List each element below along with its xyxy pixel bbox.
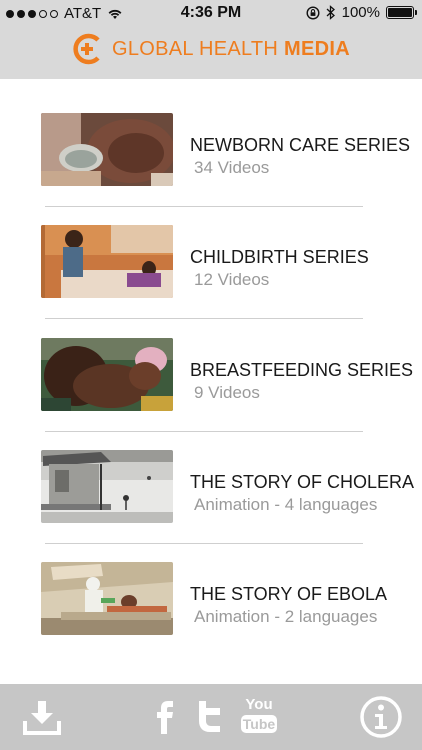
top-bar: AT&T 4:36 PM 100% GLOBAL HEALTH MEDIA [0, 0, 422, 79]
twitter-icon[interactable] [195, 699, 225, 733]
brand-name: GLOBAL HEALTH MEDIA [112, 37, 350, 60]
divider [45, 431, 363, 432]
series-subtitle: 9 Videos [194, 383, 260, 402]
youtube-label-bottom: Tube [241, 715, 277, 733]
battery-percent: 100% [341, 4, 380, 21]
bottom-toolbar: You Tube [0, 684, 422, 750]
youtube-label-top: You [245, 696, 273, 713]
series-title: THE STORY OF CHOLERA [190, 472, 415, 492]
youtube-icon[interactable]: You Tube [239, 697, 279, 737]
rotation-lock-icon [306, 5, 320, 20]
list-item[interactable]: THE STORY OF EBOLA Animation - 2 languag… [0, 562, 422, 672]
divider [45, 318, 363, 319]
battery-icon [386, 6, 417, 19]
series-title: CHILDBIRTH SERIES [190, 247, 369, 267]
divider [45, 206, 363, 207]
series-subtitle: 34 Videos [194, 158, 270, 177]
brand-logo-icon [73, 33, 100, 65]
newborn-thumbnail [41, 113, 173, 186]
breastfeeding-thumbnail [41, 338, 173, 411]
series-title: BREASTFEEDING SERIES [190, 360, 414, 380]
bluetooth-icon [326, 5, 335, 20]
series-subtitle: Animation - 2 languages [194, 607, 378, 626]
series-title: THE STORY OF EBOLA [190, 584, 388, 604]
series-subtitle: Animation - 4 languages [194, 495, 378, 514]
status-bar: AT&T 4:36 PM 100% [0, 0, 422, 28]
cholera-thumbnail [41, 450, 173, 523]
download-icon[interactable] [22, 697, 62, 737]
ebola-thumbnail [41, 562, 173, 635]
info-icon[interactable] [359, 695, 403, 739]
series-subtitle: 12 Videos [194, 270, 270, 289]
series-title: NEWBORN CARE SERIES [190, 135, 411, 155]
app-brand: GLOBAL HEALTH MEDIA [0, 28, 422, 70]
facebook-icon[interactable] [155, 700, 175, 734]
childbirth-thumbnail [41, 225, 173, 298]
divider [45, 543, 363, 544]
